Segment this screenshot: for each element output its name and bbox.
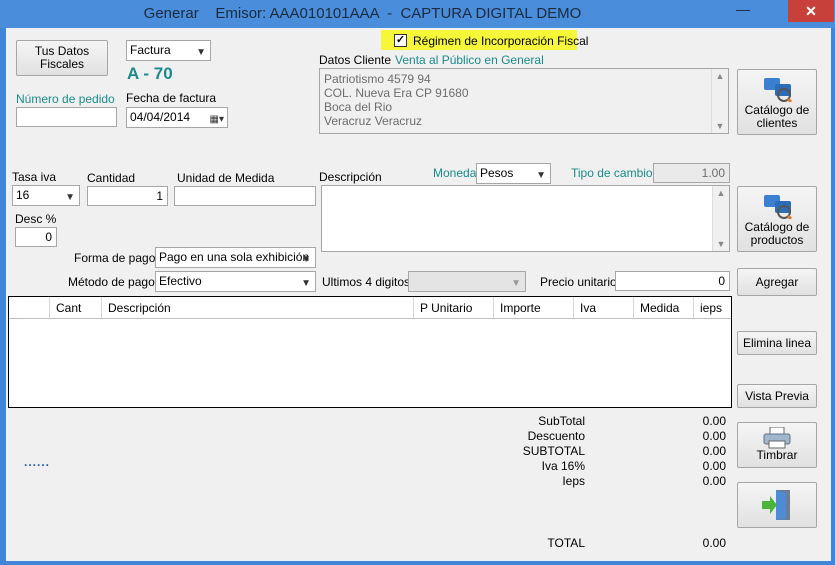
descuento-value: 0.00 — [702, 429, 726, 443]
timbrar-button[interactable]: Timbrar — [737, 422, 817, 468]
iva-total-value: 0.00 — [702, 459, 726, 473]
regimen-label[interactable]: Régimen de Incorporación Fiscal — [413, 34, 588, 48]
tasa-iva-value: 16 — [16, 188, 30, 202]
cliente-address-box[interactable]: Patriotismo 4579 94 COL. Nueva Era CP 91… — [319, 68, 729, 134]
regimen-checkbox[interactable]: ✓ — [394, 34, 407, 47]
address-line: Boca del Rio — [324, 100, 393, 114]
column-header-cant[interactable]: Cant — [49, 297, 101, 319]
forma-pago-label: Forma de pago — [74, 251, 156, 265]
status-dots: ...... — [24, 455, 51, 469]
ieps-total-value: 0.00 — [702, 474, 726, 488]
forma-pago-select[interactable]: Pago en una sola exhibición ▼ — [155, 247, 316, 268]
fecha-picker[interactable]: 04/04/2014 ▦▾ — [126, 107, 228, 128]
minimize-button[interactable]: — — [728, 2, 758, 22]
fecha-value: 04/04/2014 — [130, 110, 191, 124]
exit-door-icon — [762, 490, 790, 520]
precio-unitario-input[interactable]: 0 — [615, 271, 730, 291]
iva-total-label: Iva 16% — [541, 459, 585, 473]
metodo-pago-value: Efectivo — [159, 274, 202, 288]
cantidad-input[interactable]: 1 — [87, 186, 168, 206]
cantidad-label: Cantidad — [87, 171, 136, 185]
doc-type-value: Factura — [130, 43, 171, 57]
agregar-button[interactable]: Agregar — [737, 268, 817, 296]
subtotal-value: 0.00 — [702, 414, 726, 428]
title-bar[interactable]: Generar Emisor: AAA010101AAA - CAPTURA D… — [0, 0, 835, 28]
timbrar-label: Timbrar — [756, 448, 798, 462]
ultimos-digitos-label: Ultimos 4 digitos — [322, 275, 411, 289]
moneda-label: Moneda — [433, 166, 477, 180]
main-window: Generar Emisor: AAA010101AAA - CAPTURA D… — [0, 0, 835, 565]
chevron-down-icon: ▼ — [511, 278, 521, 289]
unidad-label: Unidad de Medida — [177, 171, 275, 185]
tipo-cambio-label: Tipo de cambio — [571, 166, 653, 180]
address-line: Veracruz Veracruz — [324, 114, 423, 128]
moneda-select[interactable]: Pesos ▼ — [476, 163, 551, 184]
descripcion-textarea[interactable]: ▲ ▼ — [321, 185, 730, 252]
column-header-descripcion[interactable]: Descripción — [101, 297, 413, 319]
unidad-input[interactable] — [174, 186, 316, 206]
subtotal-label: SubTotal — [538, 414, 585, 428]
metodo-pago-label: Método de pago — [68, 275, 155, 289]
items-grid[interactable]: Cant Descripción P Unitario Importe Iva … — [8, 296, 732, 408]
scroll-down-icon[interactable]: ▼ — [712, 121, 728, 131]
metodo-pago-select[interactable]: Efectivo ▼ — [155, 271, 316, 292]
scroll-up-icon[interactable]: ▲ — [713, 188, 729, 198]
column-header-ieps[interactable]: ieps — [693, 297, 731, 319]
total-label: TOTAL — [547, 536, 585, 550]
form-body: Tus Datos Fiscales Factura ▼ A - 70 Núme… — [6, 28, 831, 561]
address-line: Patriotismo 4579 94 — [324, 72, 431, 86]
datos-cliente-label: Datos Cliente — [319, 53, 392, 67]
subtotal2-label: SUBTOTAL — [522, 444, 585, 458]
fecha-label: Fecha de factura — [126, 91, 217, 105]
products-catalog-icon — [764, 195, 792, 219]
subtotal2-value: 0.00 — [702, 444, 726, 458]
moneda-value: Pesos — [480, 166, 514, 180]
address-line: COL. Nueva Era CP 91680 — [324, 86, 469, 100]
folio-label: A - 70 — [127, 64, 173, 83]
chevron-down-icon: ▼ — [65, 192, 75, 203]
scroll-up-icon[interactable]: ▲ — [712, 71, 728, 81]
ultimos-digitos-select[interactable]: ▼ — [408, 271, 526, 292]
column-header-medida[interactable]: Medida — [633, 297, 693, 319]
pedido-input[interactable] — [16, 107, 117, 127]
catalogo-productos-label: Catálogo de productos — [744, 220, 810, 247]
catalogo-clientes-button[interactable]: Catálogo de clientes — [737, 69, 817, 135]
vista-previa-button[interactable]: Vista Previa — [737, 384, 817, 408]
chevron-down-icon: ▼ — [196, 47, 206, 58]
column-header-p-unitario[interactable]: P Unitario — [413, 297, 493, 319]
pedido-label: Número de pedido — [16, 92, 115, 106]
tasa-iva-label: Tasa iva — [12, 170, 57, 184]
calendar-icon[interactable]: ▦▾ — [210, 112, 224, 127]
chevron-down-icon: ▼ — [301, 254, 311, 265]
chevron-down-icon: ▼ — [301, 278, 311, 289]
tasa-iva-select[interactable]: 16 ▼ — [12, 185, 80, 206]
tus-datos-fiscales-button[interactable]: Tus Datos Fiscales — [16, 40, 108, 76]
doc-type-select[interactable]: Factura ▼ — [126, 40, 211, 61]
descripcion-label: Descripción — [319, 170, 382, 184]
clients-catalog-icon — [764, 78, 792, 102]
chevron-down-icon: ▼ — [536, 170, 546, 181]
catalogo-clientes-label: Catálogo de clientes — [744, 103, 810, 130]
grid-header: Cant Descripción P Unitario Importe Iva … — [9, 297, 731, 319]
printer-icon — [763, 427, 791, 449]
elimina-linea-button[interactable]: Elimina linea — [737, 331, 817, 355]
precio-unitario-label: Precio unitario — [540, 275, 617, 289]
desc-pct-input[interactable]: 0 — [15, 227, 57, 247]
descuento-label: Descuento — [527, 429, 585, 443]
tipo-cambio-input[interactable]: 1.00 — [653, 163, 730, 183]
catalogo-productos-button[interactable]: Catálogo de productos — [737, 186, 817, 252]
venta-publico-link[interactable]: Venta al Público en General — [395, 53, 544, 67]
forma-pago-value: Pago en una sola exhibición — [159, 250, 310, 264]
descripcion-scrollbar[interactable]: ▲ ▼ — [712, 186, 729, 251]
desc-pct-label: Desc % — [15, 212, 57, 226]
window-title: Generar Emisor: AAA010101AAA - CAPTURA D… — [143, 5, 582, 22]
scroll-down-icon[interactable]: ▼ — [713, 239, 729, 249]
ieps-total-label: Ieps — [562, 474, 585, 488]
total-value: 0.00 — [702, 536, 726, 550]
column-header-importe[interactable]: Importe — [493, 297, 573, 319]
column-header-iva[interactable]: Iva — [573, 297, 633, 319]
address-scrollbar[interactable]: ▲ ▼ — [711, 69, 728, 133]
salir-button[interactable] — [737, 482, 817, 528]
close-button[interactable]: ✕ — [788, 0, 834, 22]
